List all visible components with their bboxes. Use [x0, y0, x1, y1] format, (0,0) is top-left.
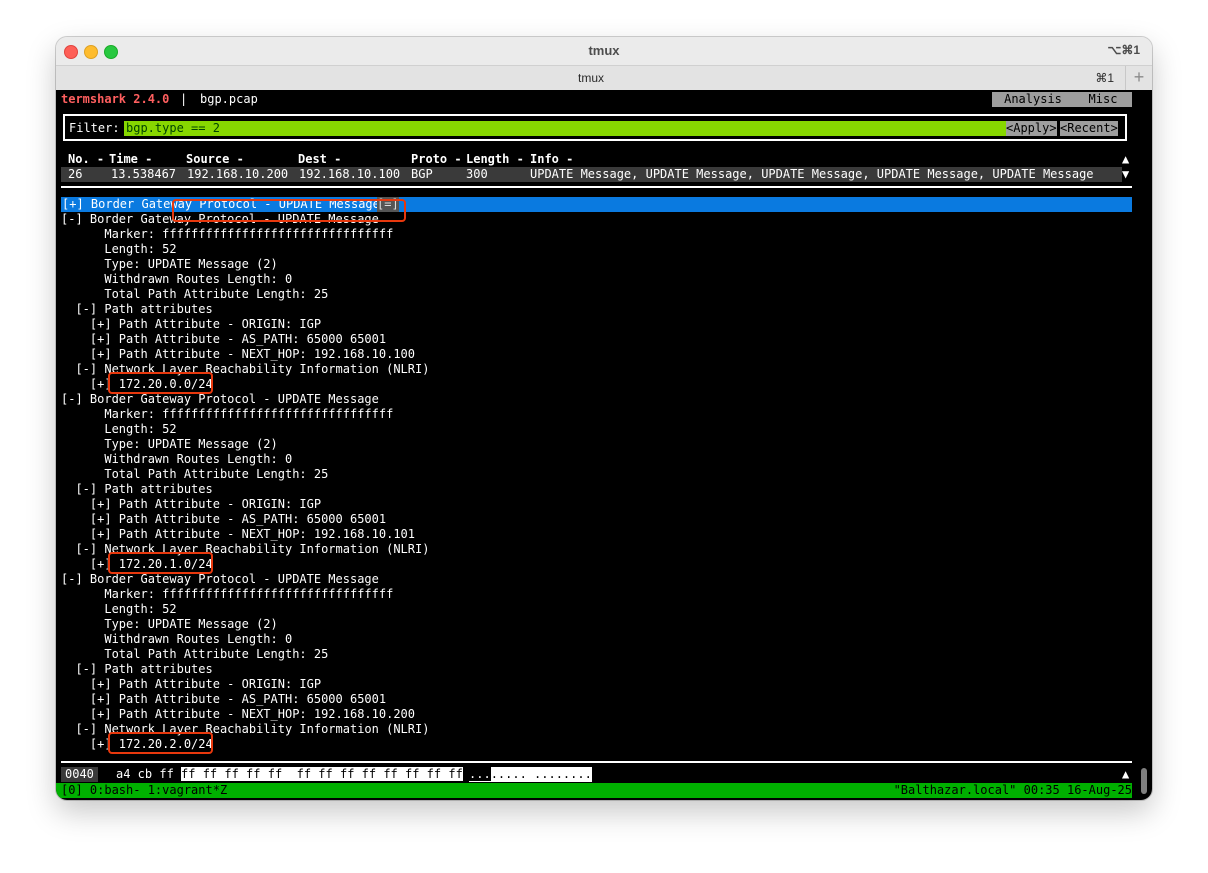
pane-divider-bottom	[61, 761, 1132, 763]
annotation-nlri-1	[108, 372, 213, 394]
hex-bytes-plain: a4 cb ff	[116, 767, 174, 781]
terminal-window: tmux ⌥⌘1 tmux ⌘1 + termshark 2.4.0 | bgp…	[56, 37, 1152, 800]
recent-button[interactable]: <Recent>	[1060, 121, 1118, 136]
packet-length: 300	[466, 167, 488, 181]
tree-line[interactable]: Type: UPDATE Message (2)	[61, 617, 277, 632]
app-title: termshark 2.4.0	[61, 92, 170, 106]
hex-offset: 0040	[61, 767, 98, 782]
tree-line[interactable]: Total Path Attribute Length: 25	[61, 467, 328, 482]
list-scroll-up-icon[interactable]: ▲	[1122, 152, 1129, 167]
tree-line[interactable]: [-] Path attributes	[61, 482, 212, 497]
column-header-no[interactable]: No. -	[68, 152, 104, 167]
terminal-scrollbar[interactable]	[1141, 768, 1147, 794]
list-scroll-down-icon[interactable]: ▼	[1122, 167, 1129, 182]
tree-line[interactable]: Marker: ffffffffffffffffffffffffffffffff	[61, 407, 393, 422]
packet-source: 192.168.10.200	[187, 167, 289, 181]
column-header-info[interactable]: Info -	[530, 152, 573, 167]
hex-bytes-highlight: ff ff ff ff ff ff ff ff ff ff ff ff ff	[181, 767, 463, 781]
file-name: bgp.pcap	[200, 92, 258, 106]
analysis-menu-button[interactable]: Analysis	[992, 92, 1074, 107]
tree-line[interactable]: Total Path Attribute Length: 25	[61, 647, 328, 662]
window-shortcut: ⌥⌘1	[1107, 43, 1140, 57]
tree-line[interactable]: Length: 52	[61, 422, 176, 437]
hex-scroll-up-icon[interactable]: ▲	[1122, 767, 1129, 782]
packet-time: 13.538467	[111, 167, 177, 181]
column-header-time[interactable]: Time -	[109, 152, 152, 167]
tree-line[interactable]: [-] Path attributes	[61, 662, 212, 677]
tree-line[interactable]: Withdrawn Routes Length: 0	[61, 452, 292, 467]
apply-button[interactable]: <Apply>	[1006, 121, 1057, 136]
hex-ascii-highlight: ..... ........	[490, 767, 592, 781]
tree-line[interactable]: [+] Path Attribute - ORIGIN: IGP	[61, 677, 321, 692]
tree-line[interactable]: Withdrawn Routes Length: 0	[61, 632, 292, 647]
tree-line[interactable]: Total Path Attribute Length: 25	[61, 287, 328, 302]
column-header-dest[interactable]: Dest -	[298, 152, 341, 167]
annotation-source-dest	[172, 199, 406, 222]
filter-label: Filter:	[69, 121, 120, 135]
filter-bar: Filter: bgp.type == 2 <Apply> <Recent>	[63, 114, 1127, 141]
tree-line[interactable]: [+] Path Attribute - ORIGIN: IGP	[61, 497, 321, 512]
column-header-length[interactable]: Length -	[466, 152, 524, 167]
packet-info: UPDATE Message, UPDATE Message, UPDATE M…	[530, 167, 1094, 181]
window-titlebar[interactable]: tmux ⌥⌘1	[56, 37, 1152, 65]
hex-ascii[interactable]: ........ ........	[469, 767, 592, 782]
tree-line[interactable]: Marker: ffffffffffffffffffffffffffffffff	[61, 587, 393, 602]
tmux-status-bar: [0] 0:bash- 1:vagrant*Z "Balthazar.local…	[56, 783, 1132, 798]
column-header-source[interactable]: Source -	[186, 152, 244, 167]
tab-shortcut: ⌘1	[1095, 71, 1114, 85]
tree-line[interactable]: Length: 52	[61, 602, 176, 617]
hex-bytes[interactable]: a4 cb ff ff ff ff ff ff ff ff ff ff ff f…	[116, 767, 463, 782]
tmux-window-list[interactable]: [0] 0:bash- 1:vagrant*Z	[61, 783, 227, 798]
tree-line[interactable]: Type: UPDATE Message (2)	[61, 257, 277, 272]
header-separator: |	[180, 92, 188, 106]
tmux-status-info: "Balthazar.local" 00:35 16-Aug-25	[893, 783, 1132, 797]
tree-line[interactable]: Type: UPDATE Message (2)	[61, 437, 277, 452]
packet-proto: BGP	[411, 167, 433, 181]
annotation-nlri-2	[108, 552, 213, 574]
packet-no: 26	[68, 167, 83, 181]
tree-line[interactable]: [+] Path Attribute - NEXT_HOP: 192.168.1…	[61, 527, 415, 542]
tab-tmux[interactable]: tmux	[56, 71, 1126, 85]
packet-dest: 192.168.10.100	[299, 167, 401, 181]
tree-line[interactable]: [+] Path Attribute - AS_PATH: 65000 6500…	[61, 512, 386, 527]
misc-menu-button[interactable]: Misc	[1074, 92, 1132, 107]
tree-line[interactable]: Marker: ffffffffffffffffffffffffffffffff	[61, 227, 393, 242]
new-tab-button[interactable]: +	[1125, 66, 1152, 90]
tree-line[interactable]: [+] Path Attribute - ORIGIN: IGP	[61, 317, 321, 332]
tab-bar: tmux ⌘1 +	[56, 65, 1152, 91]
tree-line[interactable]: [+] Path Attribute - NEXT_HOP: 192.168.1…	[61, 707, 415, 722]
hex-ascii-plain: ...	[469, 767, 491, 781]
tree-line[interactable]: [-] Path attributes	[61, 302, 212, 317]
tree-line[interactable]: [-] Border Gateway Protocol - UPDATE Mes…	[61, 572, 379, 587]
terminal-area[interactable]: termshark 2.4.0 | bgp.pcap Analysis Misc…	[56, 90, 1152, 800]
packet-row[interactable]: 26 13.538467 192.168.10.200 192.168.10.1…	[61, 167, 1122, 182]
tree-line[interactable]: Withdrawn Routes Length: 0	[61, 272, 292, 287]
annotation-nlri-3	[108, 732, 213, 754]
tree-line[interactable]: Length: 52	[61, 242, 176, 257]
tree-line[interactable]: [+] Path Attribute - AS_PATH: 65000 6500…	[61, 332, 386, 347]
tree-line[interactable]: [+] Path Attribute - AS_PATH: 65000 6500…	[61, 692, 386, 707]
column-header-proto[interactable]: Proto -	[411, 152, 462, 167]
filter-input[interactable]: bgp.type == 2	[124, 121, 1006, 136]
tree-line[interactable]: [+] Path Attribute - NEXT_HOP: 192.168.1…	[61, 347, 415, 362]
window-title: tmux	[588, 43, 620, 58]
pane-divider	[61, 186, 1132, 188]
tree-line[interactable]: [-] Border Gateway Protocol - UPDATE Mes…	[61, 392, 379, 407]
